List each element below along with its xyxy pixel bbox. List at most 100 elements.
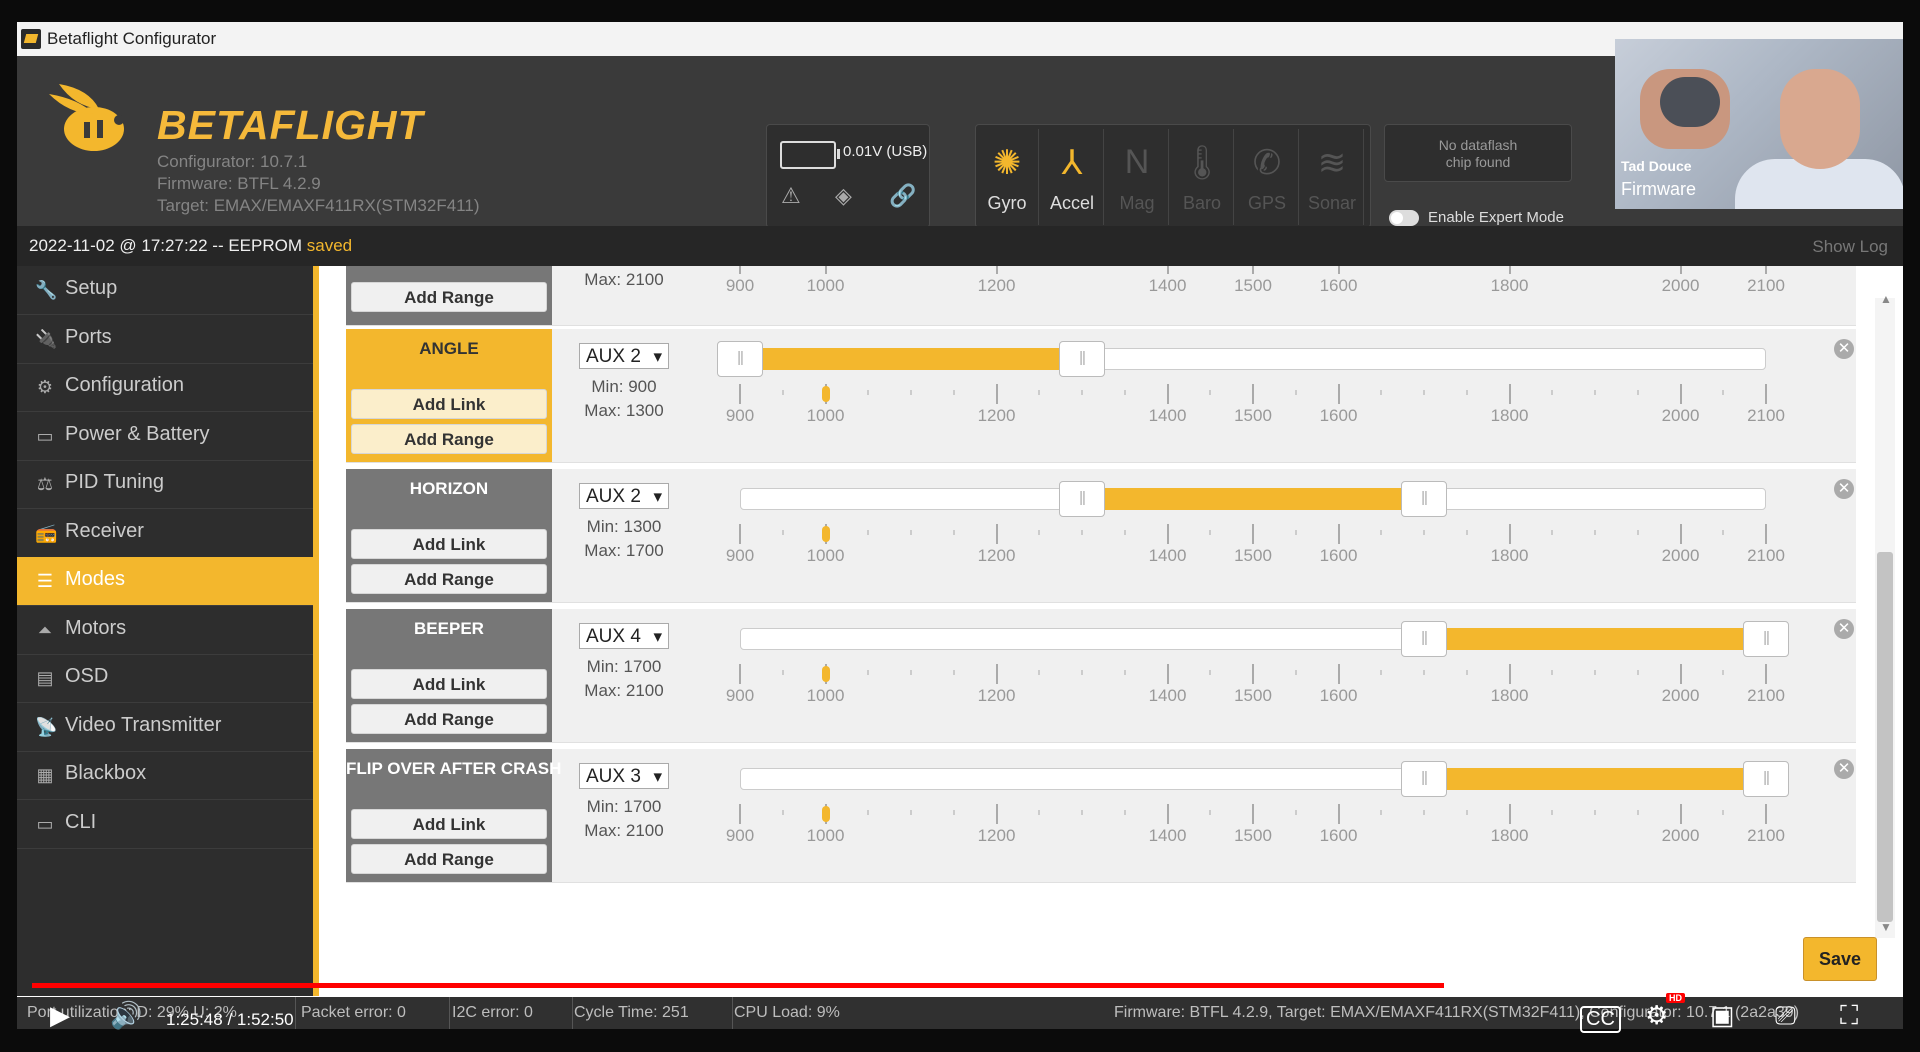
sidebar-item-cli[interactable]: ▭ CLI [17, 800, 313, 849]
remove-mode-icon[interactable]: ✕ [1834, 759, 1854, 779]
aux-channel-select[interactable]: AUX 2 [579, 343, 669, 370]
scale-tick-label: 1000 [806, 826, 845, 845]
sidebar-item-modes[interactable]: ☰ Modes [17, 557, 313, 606]
scroll-up-icon[interactable]: ▲ [1880, 292, 1892, 306]
scale-tick [1337, 266, 1340, 274]
scale-minor-tick [1722, 670, 1725, 675]
sidebar-item-label: Modes [65, 568, 126, 590]
settings-gear-icon[interactable]: ⚙ [1645, 1000, 1668, 1031]
add-range-button[interactable]: Add Range [351, 564, 547, 594]
scale-tick-label: 1200 [977, 686, 1016, 705]
sidebar-item-power-battery[interactable]: ▭ Power & Battery [17, 412, 313, 461]
add-range-button[interactable]: Add Range [351, 282, 547, 312]
sidebar-item-pid-tuning[interactable]: ⚖ PID Tuning [17, 460, 313, 509]
range-min-handle[interactable] [1059, 481, 1105, 517]
sensor-gps: ✆ GPS [1236, 129, 1299, 225]
sidebar-item-receiver[interactable]: 📻 Receiver [17, 509, 313, 558]
osd-icon: ▤ [36, 668, 54, 688]
scale-tick-label: 2000 [1661, 686, 1700, 705]
video-buffer [1444, 983, 1493, 988]
range-max-handle[interactable] [1059, 341, 1105, 377]
scale-tick [1508, 804, 1511, 824]
sidebar-item-osd[interactable]: ▤ OSD [17, 654, 313, 703]
range-min-handle[interactable] [717, 341, 763, 377]
fullscreen-icon[interactable]: ⛶ [1840, 1000, 1858, 1032]
sidebar-item-label: OSD [65, 665, 109, 687]
scale-minor-tick [910, 390, 912, 395]
airplay-icon[interactable]: ⎚ [1775, 1000, 1796, 1032]
add-link-button[interactable]: Add Link [351, 669, 547, 699]
scale-tick [1508, 664, 1511, 684]
range-min-label: Min: 900 [591, 377, 657, 396]
scale-minor-tick [952, 390, 955, 395]
sidebar-item-video-transmitter[interactable]: 📡 Video Transmitter [17, 703, 313, 752]
scale-tick-label: 2000 [1661, 276, 1700, 295]
range-min-handle[interactable] [1401, 621, 1447, 657]
range-slider-fill [1424, 768, 1766, 790]
scale-tick [739, 524, 741, 544]
scale-tick [1252, 384, 1254, 404]
gps-icon: ✆ [1252, 144, 1282, 182]
aux-channel-select[interactable]: AUX 3 [579, 763, 669, 790]
scale-tick [1679, 266, 1682, 274]
sidebar-item-configuration[interactable]: ⚙ Configuration [17, 363, 313, 412]
play-icon[interactable]: ▶ [50, 1000, 70, 1031]
sidebar-item-blackbox[interactable]: ▦ Blackbox [17, 751, 313, 800]
scale-tick-label: 1500 [1234, 406, 1272, 425]
sidebar-item-motors[interactable]: ⏶ Motors [17, 606, 313, 655]
scale-tick-label: 1600 [1319, 276, 1358, 295]
scale-minor-tick [1123, 810, 1126, 815]
add-range-button[interactable]: Add Range [351, 424, 547, 454]
scale-minor-tick [1209, 670, 1212, 675]
add-range-button[interactable]: Add Range [351, 844, 547, 874]
scale-minor-tick [1380, 810, 1383, 815]
scale-tick-label: 1500 [1234, 686, 1272, 705]
scale-minor-tick [867, 810, 870, 815]
scroll-down-icon[interactable]: ▼ [1880, 920, 1892, 934]
sidebar-item-label: Setup [65, 277, 118, 299]
betaflight-window: Betaflight Configurator BETAFLIGHT Confi… [17, 22, 1903, 1029]
show-log-link[interactable]: Show Log [1812, 237, 1888, 257]
captions-icon[interactable]: CC [1580, 1006, 1621, 1033]
range-max-handle[interactable] [1743, 621, 1789, 657]
range-max-handle[interactable] [1401, 481, 1447, 517]
pid-icon: ⚖ [36, 474, 54, 494]
scale-minor-tick [1038, 670, 1041, 675]
battery-icon [780, 141, 840, 169]
scale-tick-label: 1800 [1490, 826, 1529, 845]
range-min-label: Min: 1300 [586, 517, 662, 536]
range-max-handle[interactable] [1743, 761, 1789, 797]
remove-mode-icon[interactable]: ✕ [1834, 479, 1854, 499]
add-link-button[interactable]: Add Link [351, 389, 547, 419]
aux-channel-select[interactable]: AUX 4 [579, 623, 669, 650]
save-button[interactable]: Save [1803, 937, 1877, 981]
volume-icon[interactable]: 🔊 [110, 1000, 142, 1031]
scale-tick-label: 1800 [1490, 406, 1529, 425]
mode-name: BEEPER [414, 619, 484, 638]
add-link-button[interactable]: Add Link [351, 529, 547, 559]
scrollbar[interactable] [1875, 298, 1895, 938]
baro-icon: 🌡 [1180, 144, 1224, 182]
accel-icon: ⅄ [1061, 144, 1083, 182]
scale-minor-tick [1636, 530, 1639, 535]
sidebar-item-setup[interactable]: 🔧 Setup [17, 266, 313, 315]
scroll-thumb[interactable] [1877, 552, 1893, 922]
terminal-icon: ▭ [36, 813, 54, 834]
range-min-handle[interactable] [1401, 761, 1447, 797]
remove-mode-icon[interactable]: ✕ [1834, 619, 1854, 639]
aux-channel-select[interactable]: AUX 2 [579, 483, 669, 510]
sidebar-item-ports[interactable]: 🔌 Ports [17, 315, 313, 364]
expert-mode-toggle[interactable] [1389, 210, 1419, 226]
range-slider-fill [1424, 628, 1766, 650]
remove-mode-icon[interactable]: ✕ [1834, 339, 1854, 359]
eeprom-status: 2022-11-02 @ 17:27:22 -- EEPROM saved [29, 236, 352, 256]
scale-minor-tick [1722, 810, 1725, 815]
miniplayer-icon[interactable]: ▣ [1710, 1000, 1735, 1031]
scale-tick-label: 1200 [977, 406, 1016, 425]
scale-minor-tick [1123, 670, 1126, 675]
add-link-button[interactable]: Add Link [351, 809, 547, 839]
add-range-button[interactable]: Add Range [351, 704, 547, 734]
video-progress-bar[interactable] [32, 983, 1890, 988]
range-min-label: Min: 1700 [586, 657, 662, 676]
scale-tick [1508, 384, 1511, 404]
